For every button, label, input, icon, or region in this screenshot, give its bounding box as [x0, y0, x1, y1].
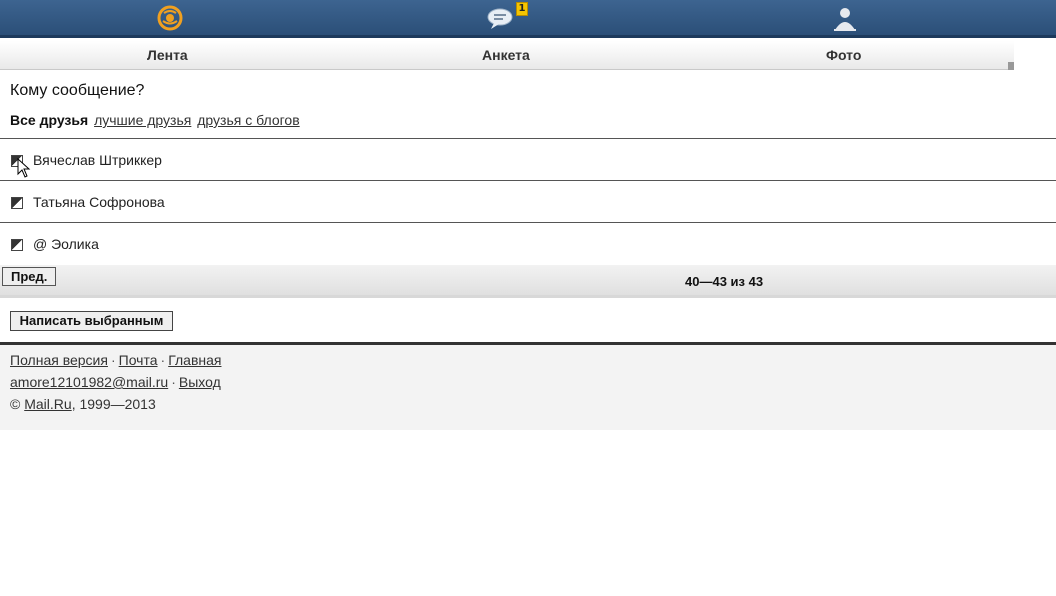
page-counter: 40—43 из 43 — [685, 274, 764, 289]
mouse-cursor-icon — [17, 158, 31, 178]
separator-dot: · — [171, 374, 176, 390]
pagination-bar: Пред. 40—43 из 43 — [0, 265, 1056, 298]
friend-row[interactable]: @ Эолика — [0, 223, 1056, 264]
filter-best-friends[interactable]: лучшие друзья — [94, 112, 191, 128]
separator-dot: · — [160, 352, 166, 368]
friend-name: Вячеслав Штриккер — [33, 152, 162, 168]
account-email-link[interactable]: amore12101982@mail.ru — [10, 374, 168, 390]
footer: Полная версия · Почта · Главная amore1210198… — [0, 345, 1056, 430]
friend-checkbox[interactable] — [11, 197, 23, 209]
page-title: Кому сообщение? — [10, 82, 145, 99]
footer-account: amore12101982@mail.ru · Выход — [10, 374, 221, 390]
copyright: © Mail.Ru, 1999—2013 — [10, 396, 156, 412]
friend-name: Татьяна Софронова — [33, 194, 165, 210]
mail-link[interactable]: Почта — [119, 352, 158, 368]
tab-bar: Лента Анкета Фото — [0, 41, 1014, 70]
filter-blog-friends[interactable]: друзья с блогов — [197, 112, 299, 128]
tab-photo[interactable]: Фото — [826, 47, 861, 63]
friend-name: @ Эолика — [33, 236, 99, 252]
tab-profile[interactable]: Анкета — [482, 47, 530, 63]
friend-row[interactable]: Татьяна Софронова — [0, 181, 1056, 222]
send-to-selected-button[interactable]: Написать выбранным — [10, 311, 173, 331]
previous-page-button[interactable]: Пред. — [2, 267, 56, 286]
footer-links: Полная версия · Почта · Главная — [10, 352, 221, 368]
friend-row[interactable]: Вячеслав Штриккер — [0, 139, 1056, 180]
logout-link[interactable]: Выход — [179, 374, 221, 390]
separator-dot: · — [110, 352, 116, 368]
home-link[interactable]: Главная — [168, 352, 221, 368]
filter-all-friends: Все друзья — [10, 112, 89, 128]
tab-feed[interactable]: Лента — [147, 47, 188, 63]
copyright-symbol: © — [10, 396, 21, 412]
world-icon[interactable] — [155, 4, 185, 32]
friend-checkbox[interactable] — [11, 239, 23, 251]
notification-badge: 1 — [516, 2, 528, 16]
tab-bar-edge — [1008, 62, 1014, 70]
full-version-link[interactable]: Полная версия — [10, 352, 108, 368]
friend-filters: Все друзья лучшие друзья друзья с блогов — [10, 112, 300, 128]
chat-icon[interactable] — [486, 4, 516, 32]
copyright-years: , 1999—2013 — [71, 396, 156, 412]
user-icon[interactable] — [830, 4, 860, 32]
top-navigation-bar: 1 — [0, 0, 1056, 38]
brand-link[interactable]: Mail.Ru — [24, 396, 71, 412]
